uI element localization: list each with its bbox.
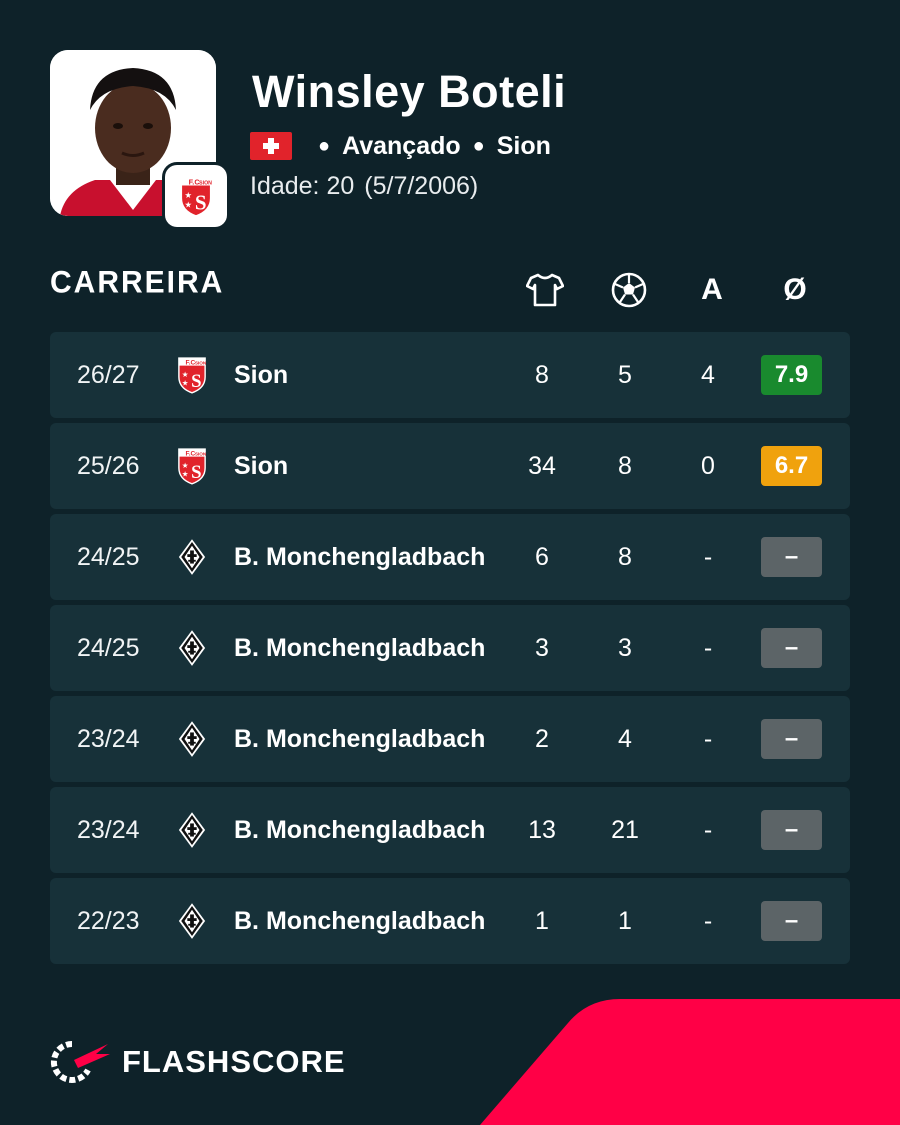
player-meta: ● Avançado ● Sion [250,130,551,162]
gladbach-logo-icon [174,787,210,873]
appearances: 13 [528,815,556,844]
assists: - [703,815,713,844]
season: 24/25 [77,633,140,662]
goals: 21 [611,815,639,844]
flashscore-logo-icon [50,1040,110,1083]
appearances: 6 [535,542,549,571]
career-row[interactable]: 23/24 B. Monchengladbach 2 4 - – [50,696,850,782]
team-name: B. Monchengladbach [234,724,486,753]
rating-badge: 6.7 [761,446,822,486]
goals: 8 [618,451,632,480]
goals: 5 [618,360,632,389]
team-name: B. Monchengladbach [234,906,486,935]
player-age: Idade: 20 (5/7/2006) [250,172,478,201]
assists: - [703,906,713,935]
career-row[interactable]: 22/23 B. Monchengladbach 1 1 - – [50,878,850,964]
team-name: Sion [234,451,289,480]
assists-header: A [701,273,723,306]
appearances: 1 [535,906,549,935]
career-row[interactable]: 24/25 B. Monchengladbach 6 8 - – [50,514,850,600]
career-row[interactable]: 25/26 Sion 34 8 0 6.7 [50,423,850,509]
career-row[interactable]: 26/27 Sion 8 5 4 7.9 [50,332,850,418]
flashscore-brand: FLASHSCORE [50,1040,346,1084]
career-row[interactable]: 24/25 B. Monchengladbach 3 3 - – [50,605,850,691]
gladbach-logo-icon [174,514,210,600]
club-badge-sion [165,165,227,227]
team-name: B. Monchengladbach [234,542,486,571]
team-name: Sion [234,360,289,389]
appearances: 34 [528,451,556,480]
rating-badge: – [761,537,822,577]
rating-badge: – [761,628,822,668]
season: 25/26 [77,451,140,480]
goals: 4 [618,724,632,753]
sion-logo-icon [174,332,210,418]
goals: 3 [618,633,632,662]
appearances: 8 [535,360,549,389]
gladbach-logo-icon [174,696,210,782]
rating-badge: – [761,810,822,850]
season: 23/24 [77,815,140,844]
player-position: Avançado [342,131,461,160]
season: 26/27 [77,360,140,389]
rating-badge: – [761,719,822,759]
season: 22/23 [77,906,140,935]
goals: 8 [618,542,632,571]
age-label: Idade: 20 [250,172,355,200]
brand-corner-shape [480,999,900,1125]
rating-badge: – [761,901,822,941]
assists: 4 [701,360,715,389]
season: 23/24 [77,724,140,753]
sion-logo-icon [179,175,213,217]
rating-badge: 7.9 [761,355,822,395]
rating-header: Ø [783,273,807,306]
sion-logo-icon [174,423,210,509]
appearances: 2 [535,724,549,753]
career-row[interactable]: 23/24 B. Monchengladbach 13 21 - – [50,787,850,873]
appearances: 3 [535,633,549,662]
shirt-icon [525,270,565,310]
player-club: Sion [496,131,551,160]
season: 24/25 [77,542,140,571]
switzerland-flag-icon [250,132,292,160]
gladbach-logo-icon [174,878,210,964]
birth-date: (5/7/2006) [364,172,479,200]
career-title: CARREIRA [50,265,225,300]
player-name: Winsley Boteli [252,66,567,117]
team-name: B. Monchengladbach [234,633,486,662]
assists: 0 [701,451,715,480]
ball-icon [609,270,649,310]
assists: - [703,542,713,571]
assists: - [703,724,713,753]
goals: 1 [618,906,632,935]
separator-dot: ● [472,134,485,157]
gladbach-logo-icon [174,605,210,691]
separator-dot: ● [318,134,331,157]
brand-name: FLASHSCORE [122,1044,346,1079]
team-name: B. Monchengladbach [234,815,486,844]
assists: - [703,633,713,662]
